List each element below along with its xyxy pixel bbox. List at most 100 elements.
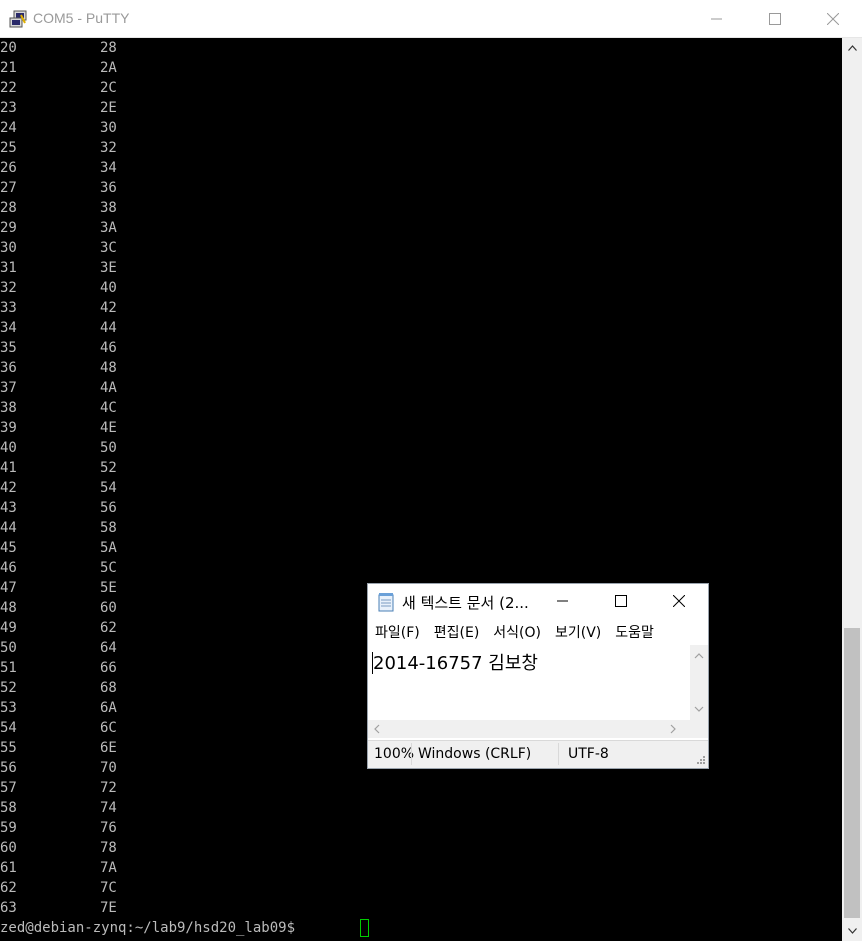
decimal-value: 40	[0, 440, 17, 456]
decimal-value: 30	[0, 240, 17, 256]
status-encoding: UTF-8	[568, 746, 609, 762]
terminal-line: 33 42	[0, 298, 200, 318]
hex-value: 48	[100, 360, 117, 376]
notepad-vertical-scrollbar[interactable]	[690, 645, 708, 720]
decimal-value: 44	[0, 520, 17, 536]
hex-value: 54	[100, 480, 117, 496]
hex-value: 40	[100, 280, 117, 296]
hex-value: 2E	[100, 100, 117, 116]
decimal-value: 32	[0, 280, 17, 296]
notepad-text-area[interactable]: 2014-16757 김보창	[368, 645, 690, 720]
notepad-menubar: 파일(F) 편집(E) 서식(O) 보기(V) 도움말	[368, 620, 708, 644]
hex-value: 60	[100, 600, 117, 616]
terminal-line: 28 38	[0, 198, 200, 218]
notepad-minimize-button[interactable]	[534, 584, 592, 618]
hex-value: 44	[100, 320, 117, 336]
decimal-value: 22	[0, 80, 17, 96]
terminal-line: 26 34	[0, 158, 200, 178]
hex-value: 6C	[100, 720, 117, 736]
hex-value: 42	[100, 300, 117, 316]
decimal-value: 52	[0, 680, 17, 696]
chevron-right-icon[interactable]	[666, 720, 680, 738]
terminal-line: 44 58	[0, 518, 200, 538]
terminal-line: 38 4C	[0, 398, 200, 418]
chevron-down-icon[interactable]	[690, 702, 708, 716]
terminal-line: 51 66	[0, 658, 200, 678]
close-icon	[673, 595, 685, 607]
hex-value: 5A	[100, 540, 117, 556]
menu-help[interactable]: 도움말	[608, 622, 661, 642]
menu-edit[interactable]: 편집(E)	[427, 622, 487, 642]
notepad-horizontal-scrollbar[interactable]	[368, 720, 690, 738]
scroll-down-button[interactable]	[842, 921, 862, 941]
terminal-line: 53 6A	[0, 698, 200, 718]
decimal-value: 35	[0, 340, 17, 356]
hex-value: 68	[100, 680, 117, 696]
hex-value: 5C	[100, 560, 117, 576]
maximize-icon	[615, 595, 627, 607]
menu-view[interactable]: 보기(V)	[548, 622, 608, 642]
terminal-line: 52 68	[0, 678, 200, 698]
terminal-line: 43 56	[0, 498, 200, 518]
chevron-up-icon[interactable]	[690, 649, 708, 663]
decimal-value: 59	[0, 820, 17, 836]
terminal-line: 30 3C	[0, 238, 200, 258]
terminal-line: 41 52	[0, 458, 200, 478]
hex-value: 2A	[100, 60, 117, 76]
terminal-line: 45 5A	[0, 538, 200, 558]
hex-value: 34	[100, 160, 117, 176]
hex-value: 50	[100, 440, 117, 456]
chevron-left-icon[interactable]	[370, 720, 384, 738]
maximize-button[interactable]	[746, 0, 804, 38]
notepad-titlebar[interactable]: 새 텍스트 문서 (2...	[368, 584, 708, 618]
terminal-line: 42 54	[0, 478, 200, 498]
terminal-line: 61 7A	[0, 858, 200, 878]
terminal-line: 29 3A	[0, 218, 200, 238]
decimal-value: 50	[0, 640, 17, 656]
terminal-area[interactable]: 63 7E 62 7C 61 7A 60 78 59 76 58 74 57 72 56 70 55 6E 54 6C…	[0, 38, 842, 941]
decimal-value: 21	[0, 60, 17, 76]
chevron-down-icon	[847, 928, 857, 934]
terminal-line: 40 50	[0, 438, 200, 458]
status-divider	[411, 743, 412, 765]
terminal-line: 62 7C	[0, 878, 200, 898]
resize-grip-icon[interactable]	[694, 755, 706, 767]
decimal-value: 34	[0, 320, 17, 336]
scrollbar-thumb[interactable]	[844, 628, 860, 918]
decimal-value: 29	[0, 220, 17, 236]
decimal-value: 63	[0, 900, 17, 916]
hex-value: 6E	[100, 740, 117, 756]
terminal-line: 63 7E	[0, 898, 200, 918]
close-icon	[827, 13, 839, 25]
menu-format[interactable]: 서식(O)	[486, 622, 548, 642]
minimize-icon	[557, 600, 568, 602]
decimal-value: 55	[0, 740, 17, 756]
close-button[interactable]	[804, 0, 862, 38]
terminal-line: 35 46	[0, 338, 200, 358]
hex-value: 56	[100, 500, 117, 516]
decimal-value: 20	[0, 40, 17, 56]
notepad-window[interactable]: 새 텍스트 문서 (2... 파일(F) 편집(E) 서식(O) 보기(V) 도…	[367, 583, 709, 769]
hex-value: 7E	[100, 900, 117, 916]
hex-value: 6A	[100, 700, 117, 716]
decimal-value: 41	[0, 460, 17, 476]
hex-value: 64	[100, 640, 117, 656]
notepad-maximize-button[interactable]	[592, 584, 650, 618]
terminal-line: 47 5E	[0, 578, 200, 598]
minimize-button[interactable]	[688, 0, 746, 38]
decimal-value: 39	[0, 420, 17, 436]
putty-titlebar[interactable]: COM5 - PuTTY	[0, 0, 862, 38]
chevron-up-icon	[847, 45, 857, 51]
decimal-value: 53	[0, 700, 17, 716]
terminal-line: 48 60	[0, 598, 200, 618]
terminal-scrollbar[interactable]	[842, 38, 862, 941]
hex-value: 30	[100, 120, 117, 136]
scroll-up-button[interactable]	[842, 38, 862, 58]
decimal-value: 36	[0, 360, 17, 376]
terminal-line: 21 2A	[0, 58, 200, 78]
scrollbar-corner	[690, 720, 708, 738]
terminal-line: 46 5C	[0, 558, 200, 578]
hex-value: 70	[100, 760, 117, 776]
notepad-close-button[interactable]	[650, 584, 708, 618]
menu-file[interactable]: 파일(F)	[368, 622, 427, 642]
